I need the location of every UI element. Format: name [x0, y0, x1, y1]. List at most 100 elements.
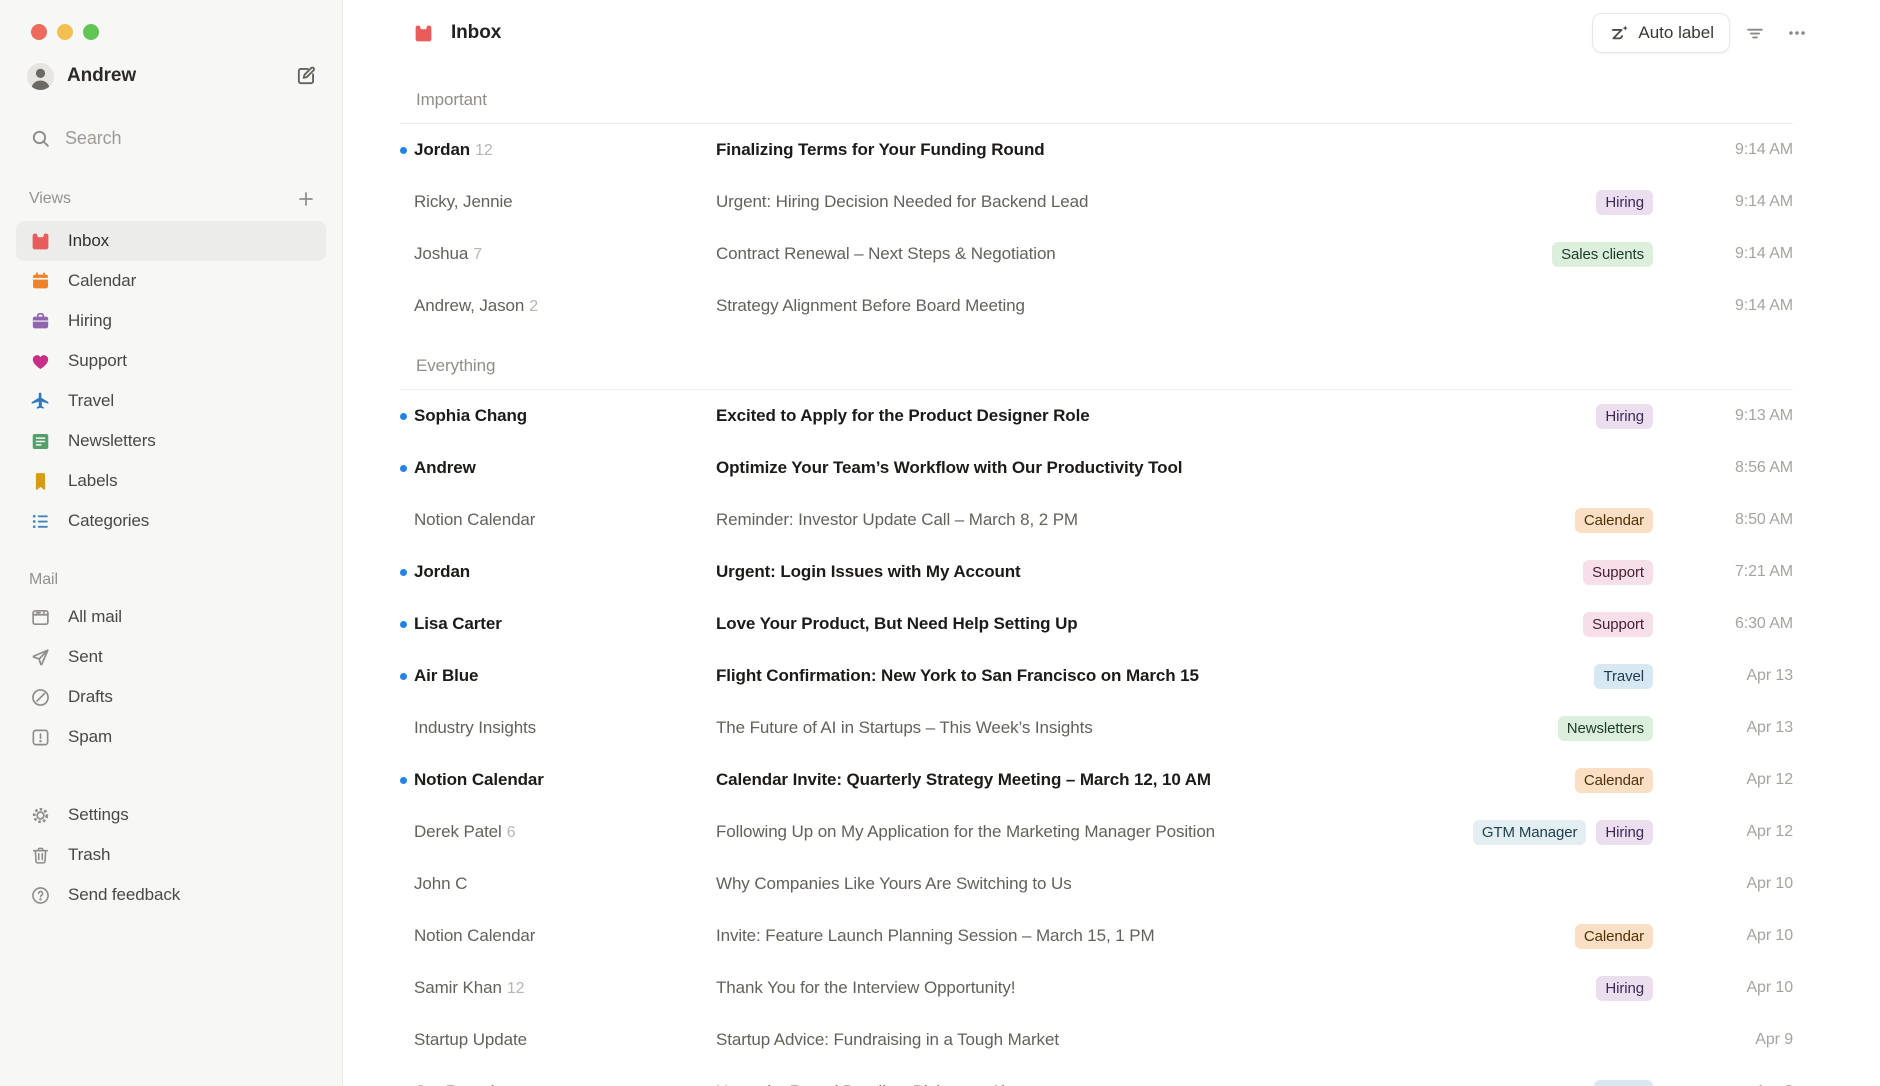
close-window-button[interactable] — [31, 24, 47, 40]
email-tags: Newsletters — [1558, 716, 1653, 741]
label-tag-travel[interactable]: Travel — [1594, 664, 1653, 689]
sidebar-item-drafts[interactable]: Drafts — [16, 677, 326, 717]
help-icon — [30, 885, 51, 906]
more-icon[interactable] — [1780, 16, 1814, 50]
email-row[interactable]: Ricky, JennieUrgent: Hiring Decision Nee… — [400, 176, 1793, 228]
email-time: 9:13 AM — [1683, 407, 1793, 425]
avatar[interactable] — [27, 63, 54, 90]
email-sender: Car Rentals — [414, 1082, 716, 1086]
sidebar-item-inbox[interactable]: Inbox — [16, 221, 326, 261]
unread-dot-slot — [400, 673, 414, 680]
email-sender: Derek Patel6 — [414, 822, 716, 842]
page-title: Inbox — [451, 22, 501, 44]
email-row[interactable]: Startup UpdateStartup Advice: Fundraisin… — [400, 1014, 1793, 1066]
email-row[interactable]: Notion CalendarReminder: Investor Update… — [400, 494, 1793, 546]
email-sender: Ricky, Jennie — [414, 192, 716, 212]
label-tag-support[interactable]: Support — [1583, 612, 1653, 637]
zoom-window-button[interactable] — [83, 24, 99, 40]
email-row[interactable]: Notion CalendarCalendar Invite: Quarterl… — [400, 754, 1793, 806]
sidebar-item-label: Drafts — [68, 687, 113, 707]
mail-list: All mail Sent Drafts Spam — [0, 597, 342, 757]
sidebar-item-labels[interactable]: Labels — [16, 461, 326, 501]
email-row[interactable]: John CWhy Companies Like Yours Are Switc… — [400, 858, 1793, 910]
email-row[interactable]: Sophia ChangExcited to Apply for the Pro… — [400, 390, 1793, 442]
minimize-window-button[interactable] — [57, 24, 73, 40]
email-subject: Contract Renewal – Next Steps & Negotiat… — [716, 244, 1552, 264]
email-row[interactable]: Joshua7Contract Renewal – Next Steps & N… — [400, 228, 1793, 280]
label-tag-calendar[interactable]: Calendar — [1575, 924, 1653, 949]
label-tag-gtm-manager[interactable]: GTM Manager — [1473, 820, 1587, 845]
section-important: ImportantJordan12Finalizing Terms for Yo… — [400, 78, 1793, 332]
label-tag-travel[interactable]: Travel — [1594, 1080, 1653, 1086]
sidebar-item-label: Support — [68, 351, 127, 371]
compose-icon[interactable] — [292, 62, 320, 90]
email-row[interactable]: JordanUrgent: Login Issues with My Accou… — [400, 546, 1793, 598]
mail-section-header: Mail — [0, 571, 342, 589]
sidebar-item-settings[interactable]: Settings — [16, 795, 326, 835]
sidebar-item-hiring[interactable]: Hiring — [16, 301, 326, 341]
sidebar-item-label: Sent — [68, 647, 103, 667]
thread-count: 7 — [473, 246, 482, 263]
email-tags: Calendar — [1575, 924, 1653, 949]
email-row[interactable]: Derek Patel6Following Up on My Applicati… — [400, 806, 1793, 858]
sidebar-item-support[interactable]: Support — [16, 341, 326, 381]
label-tag-hiring[interactable]: Hiring — [1596, 976, 1653, 1001]
search-input[interactable]: Search — [0, 128, 342, 149]
sidebar-item-all-mail[interactable]: All mail — [16, 597, 326, 637]
heart-icon — [30, 351, 51, 372]
email-subject: Urgent: Hiring Decision Needed for Backe… — [716, 192, 1596, 212]
unread-dot — [400, 147, 407, 154]
email-row[interactable]: Industry InsightsThe Future of AI in Sta… — [400, 702, 1793, 754]
main-panel: Inbox Auto label — [343, 0, 1880, 1086]
email-row[interactable]: Notion CalendarInvite: Feature Launch Pl… — [400, 910, 1793, 962]
label-tag-hiring[interactable]: Hiring — [1596, 820, 1653, 845]
email-tags: Travel — [1594, 664, 1653, 689]
label-tag-sales-clients[interactable]: Sales clients — [1552, 242, 1653, 267]
thread-count: 2 — [529, 298, 538, 315]
sidebar-item-newsletters[interactable]: Newsletters — [16, 421, 326, 461]
sidebar-item-trash[interactable]: Trash — [16, 835, 326, 875]
sidebar-item-label: Calendar — [68, 271, 136, 291]
add-view-button[interactable] — [292, 185, 320, 213]
views-section-header: Views — [0, 185, 342, 213]
gear-icon — [30, 805, 51, 826]
label-tag-support[interactable]: Support — [1583, 560, 1653, 585]
drafts-icon — [30, 687, 51, 708]
sidebar-item-calendar[interactable]: Calendar — [16, 261, 326, 301]
email-tags: Calendar — [1575, 508, 1653, 533]
email-row[interactable]: Car RentalsUpgrade: Rental Details – Pic… — [400, 1066, 1793, 1086]
email-tags: GTM Manager Hiring — [1473, 820, 1653, 845]
label-tag-calendar[interactable]: Calendar — [1575, 508, 1653, 533]
label-tag-calendar[interactable]: Calendar — [1575, 768, 1653, 793]
unread-dot-slot — [400, 413, 414, 420]
sidebar-item-spam[interactable]: Spam — [16, 717, 326, 757]
account-name[interactable]: Andrew — [67, 65, 292, 87]
email-time: 9:14 AM — [1683, 193, 1793, 211]
email-time: Apr 12 — [1683, 771, 1793, 789]
email-row[interactable]: AndrewOptimize Your Team’s Workflow with… — [400, 442, 1793, 494]
email-row[interactable]: Jordan12Finalizing Terms for Your Fundin… — [400, 124, 1793, 176]
auto-label-button[interactable]: Auto label — [1592, 13, 1730, 53]
email-time: 9:14 AM — [1683, 297, 1793, 315]
email-row[interactable]: Samir Khan12Thank You for the Interview … — [400, 962, 1793, 1014]
email-sender: Notion Calendar — [414, 770, 716, 790]
sidebar-item-sent[interactable]: Sent — [16, 637, 326, 677]
email-sender: Notion Calendar — [414, 510, 716, 530]
label-tag-hiring[interactable]: Hiring — [1596, 190, 1653, 215]
sidebar-item-categories[interactable]: Categories — [16, 501, 326, 541]
email-row[interactable]: Air BlueFlight Confirmation: New York to… — [400, 650, 1793, 702]
main-header: Inbox Auto label — [343, 0, 1880, 66]
email-subject: Love Your Product, But Need Help Setting… — [716, 614, 1583, 634]
sidebar-item-send-feedback[interactable]: Send feedback — [16, 875, 326, 915]
unread-dot-slot — [400, 621, 414, 628]
email-subject: Startup Advice: Fundraising in a Tough M… — [716, 1030, 1653, 1050]
sidebar-item-travel[interactable]: Travel — [16, 381, 326, 421]
email-row[interactable]: Lisa CarterLove Your Product, But Need H… — [400, 598, 1793, 650]
thread-count: 12 — [475, 142, 493, 159]
filter-icon[interactable] — [1738, 16, 1772, 50]
search-icon — [30, 128, 51, 149]
sidebar-item-label: Spam — [68, 727, 112, 747]
label-tag-hiring[interactable]: Hiring — [1596, 404, 1653, 429]
email-row[interactable]: Andrew, Jason2Strategy Alignment Before … — [400, 280, 1793, 332]
label-tag-newsletters[interactable]: Newsletters — [1558, 716, 1653, 741]
